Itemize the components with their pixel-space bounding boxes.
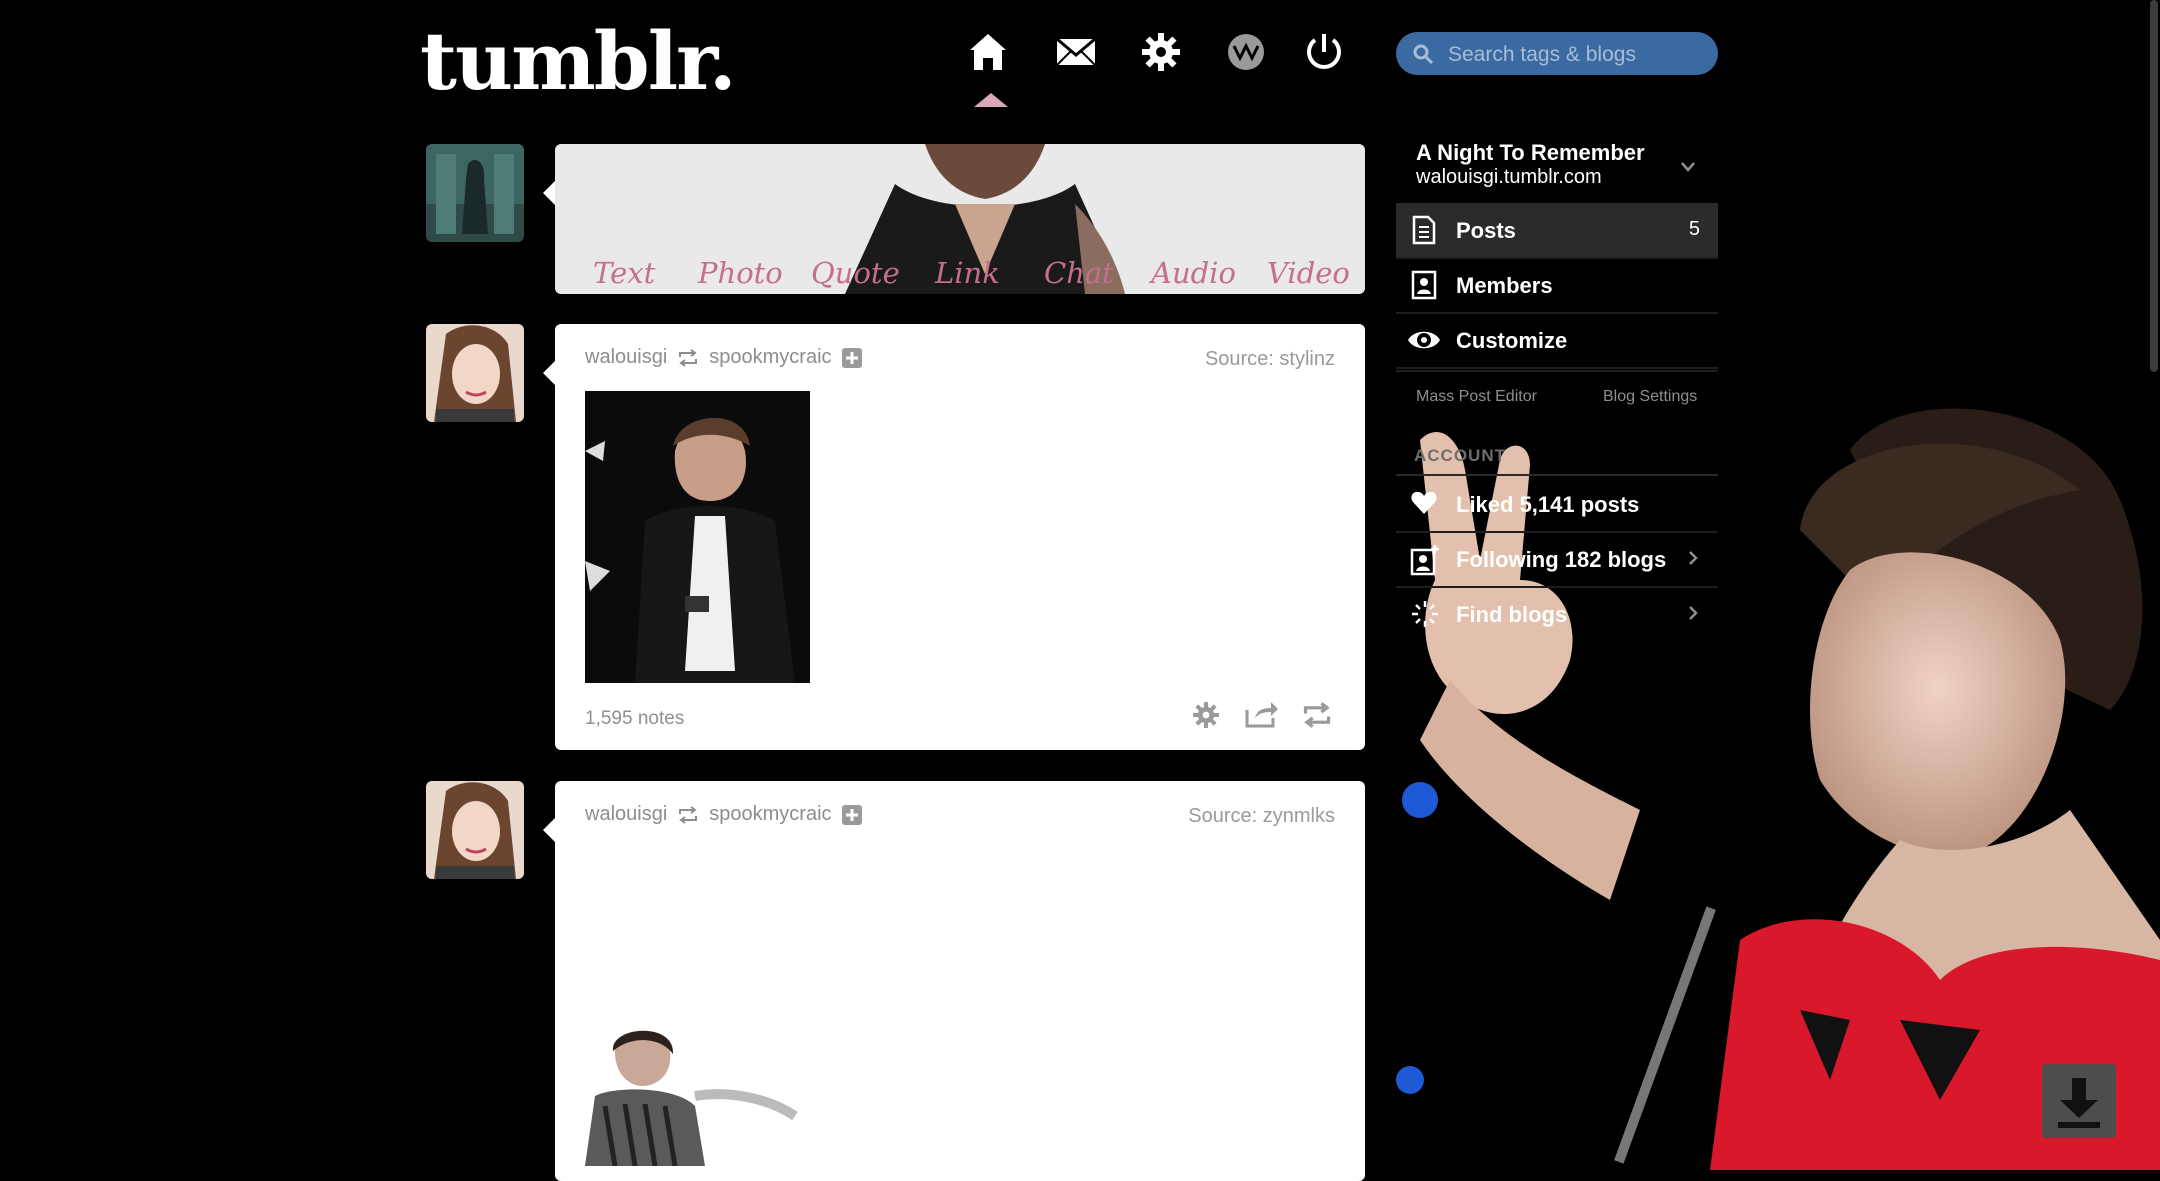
post-avatar[interactable]	[426, 781, 524, 879]
follow-plus-icon[interactable]	[841, 804, 862, 825]
chevron-down-icon[interactable]	[1680, 161, 1696, 173]
compose-chat[interactable]: Chat	[1044, 256, 1114, 290]
blog-url[interactable]: walouisgi.tumblr.com	[1416, 166, 1602, 189]
notes-count[interactable]: 1,595 notes	[585, 708, 684, 730]
heart-icon	[1411, 491, 1437, 514]
account-divider	[1396, 474, 1718, 476]
compose-bar[interactable]: Text Photo Quote Link Chat Audio Video	[555, 144, 1365, 294]
post-source[interactable]: Source: zynmlks	[1188, 805, 1335, 828]
follow-plus-icon[interactable]	[841, 347, 862, 368]
sidebar-divider	[1396, 370, 1718, 372]
sidebar-item-label: Find blogs	[1456, 602, 1568, 627]
following-icon	[1410, 545, 1439, 576]
reblog-button-icon[interactable]	[1301, 702, 1333, 728]
scrollbar[interactable]	[2150, 0, 2158, 372]
search-input[interactable]	[1446, 32, 1710, 77]
sidebar-item-label: Customize	[1456, 328, 1568, 353]
home-icon[interactable]	[966, 30, 1010, 74]
search-icon	[1413, 44, 1434, 65]
search-bar[interactable]	[1396, 32, 1718, 77]
sidebar-item-label: Posts	[1456, 218, 1516, 243]
sidebar-item-customize[interactable]: Customize	[1396, 313, 1718, 369]
reblog-icon	[679, 348, 698, 367]
post-header: walouisgi spookmycraic	[585, 803, 862, 826]
sidebar-item-label: Liked 5,141 posts	[1456, 492, 1640, 517]
post-author[interactable]: walouisgi	[585, 346, 667, 369]
activity-icon[interactable]	[1224, 30, 1268, 74]
sidebar-item-posts[interactable]: Posts 5	[1396, 203, 1718, 259]
download-icon	[2058, 1078, 2100, 1128]
active-nav-indicator	[974, 93, 1008, 107]
chevron-right-icon	[1689, 606, 1698, 620]
compose-audio[interactable]: Audio	[1151, 256, 1236, 290]
download-button[interactable]	[2042, 1064, 2116, 1138]
posts-icon	[1412, 215, 1436, 245]
reblog-icon	[679, 805, 698, 824]
post-photo[interactable]	[585, 391, 810, 683]
reblogged-from[interactable]: spookmycraic	[709, 346, 831, 369]
mass-post-editor-link[interactable]: Mass Post Editor	[1416, 388, 1537, 406]
sidebar-item-members[interactable]: Members	[1396, 258, 1718, 314]
share-icon[interactable]	[1245, 700, 1279, 728]
post-photo[interactable]	[585, 1026, 805, 1166]
logout-icon[interactable]	[1302, 30, 1346, 74]
post-avatar[interactable]	[426, 324, 524, 422]
tumblr-logo[interactable]: tumblr.	[420, 14, 737, 108]
reblogged-from[interactable]: spookmycraic	[709, 803, 831, 826]
post-header: walouisgi spookmycraic	[585, 346, 862, 369]
compose-link[interactable]: Link	[935, 256, 1000, 290]
inbox-icon[interactable]	[1054, 30, 1098, 74]
user-avatar[interactable]	[426, 144, 524, 242]
sidebar-item-find-blogs[interactable]: Find blogs	[1396, 587, 1718, 641]
chevron-right-icon	[1689, 551, 1698, 565]
post-author[interactable]: walouisgi	[585, 803, 667, 826]
sidebar-item-following[interactable]: Following 182 blogs	[1396, 532, 1718, 588]
post-card: walouisgi spookmycraic Source: stylinz 1…	[555, 324, 1365, 750]
sidebar-item-liked[interactable]: Liked 5,141 posts	[1396, 477, 1718, 533]
post-source[interactable]: Source: stylinz	[1205, 348, 1335, 371]
post-card: walouisgi spookmycraic Source: zynmlks	[555, 781, 1365, 1181]
compose-video[interactable]: Video	[1267, 256, 1350, 290]
eye-icon	[1408, 331, 1440, 349]
sidebar-item-label: Following 182 blogs	[1456, 547, 1667, 572]
blog-title[interactable]: A Night To Remember	[1416, 140, 1645, 166]
post-settings-icon[interactable]	[1191, 700, 1221, 730]
blog-settings-link[interactable]: Blog Settings	[1603, 388, 1697, 406]
account-section-label: ACCOUNT	[1414, 446, 1506, 465]
compose-text[interactable]: Text	[593, 256, 655, 290]
settings-icon[interactable]	[1139, 30, 1183, 74]
posts-count: 5	[1688, 218, 1700, 240]
members-icon	[1411, 270, 1437, 300]
compose-quote[interactable]: Quote	[811, 256, 900, 290]
sidebar-item-label: Members	[1456, 273, 1553, 298]
compass-icon	[1412, 601, 1438, 627]
compose-photo[interactable]: Photo	[698, 256, 783, 290]
